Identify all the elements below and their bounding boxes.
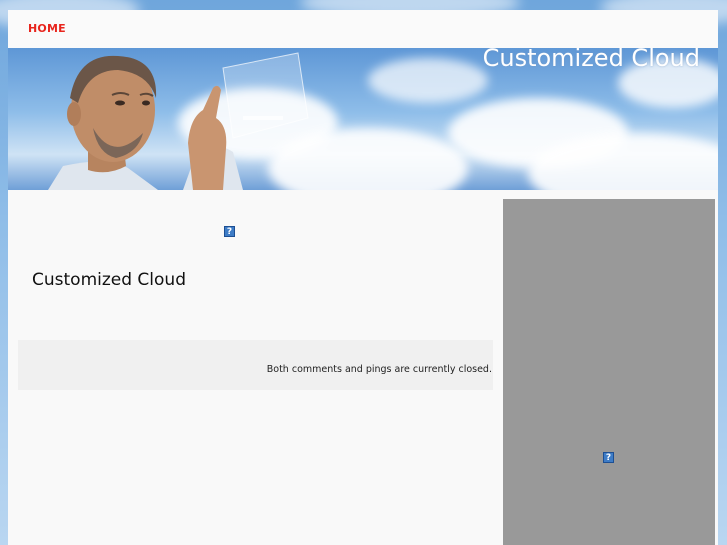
post-meta: Both comments and pings are currently cl… — [18, 340, 493, 390]
broken-image-icon: ? — [603, 452, 614, 463]
banner-person-image — [48, 52, 309, 190]
page-container: HOME Customized Cloud ? Customized Cloud… — [8, 10, 718, 545]
post-title[interactable]: Customized Cloud — [32, 270, 186, 290]
sidebar: ? — [503, 199, 715, 545]
banner-title: Customized Cloud — [482, 48, 700, 72]
navbar: HOME — [8, 10, 718, 48]
header-banner: Customized Cloud — [8, 48, 718, 190]
nav-home-link[interactable]: HOME — [28, 22, 66, 35]
comments-status-text: Both comments and pings are currently cl… — [266, 364, 492, 375]
broken-image-icon: ? — [224, 226, 235, 237]
main-content: ? Customized Cloud Both comments and pin… — [18, 199, 494, 545]
